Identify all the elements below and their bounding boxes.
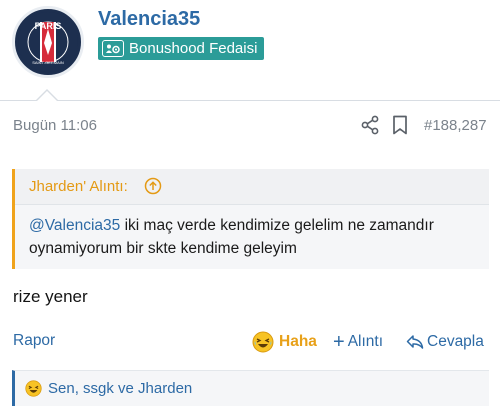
user-title-label: Bonushood Fedaisi — [129, 40, 258, 57]
laughing-emoji-icon — [25, 380, 42, 397]
reply-button-label: Cevapla — [427, 333, 484, 350]
report-link[interactable]: Rapor — [13, 332, 55, 350]
plus-icon: + — [333, 331, 345, 353]
quote-mention[interactable]: @Valencia35 — [29, 217, 120, 234]
post-actions: Rapor Haha + Alıntı Cevapla — [0, 328, 500, 356]
reactions-list[interactable]: Sen, ssgk ve Jharden — [48, 380, 192, 397]
user-header: PARIS SAINT-GERMAIN Valencia35 Bonushood… — [0, 0, 500, 102]
avatar-text: PARIS — [35, 21, 62, 31]
share-icon[interactable] — [360, 115, 380, 135]
avatar-subtext: SAINT-GERMAIN — [32, 60, 64, 65]
post-date[interactable]: Bugün 11:06 — [13, 117, 97, 134]
haha-reaction-button[interactable]: Haha — [252, 330, 317, 354]
post-meta: Bugün 11:06 #188,287 — [0, 110, 500, 142]
user-title-badge: Bonushood Fedaisi — [98, 37, 265, 60]
quote-header: Jharden' Alıntı: — [15, 169, 489, 205]
reply-arrow-icon — [406, 335, 424, 349]
bookmark-icon[interactable] — [392, 115, 408, 135]
quote-button-label: Alıntı — [347, 333, 384, 350]
laughing-emoji-icon — [252, 331, 274, 353]
header-divider — [0, 100, 500, 101]
reactions-bar: Sen, ssgk ve Jharden — [12, 370, 489, 406]
reply-button[interactable]: Cevapla — [406, 330, 484, 354]
psg-crest-icon: PARIS SAINT-GERMAIN — [18, 12, 78, 72]
username[interactable]: Valencia35 — [98, 8, 200, 31]
quote-body: @Valencia35 iki maç verde kendimize gele… — [29, 214, 479, 260]
arrow-up-circle-icon[interactable] — [144, 177, 162, 195]
quote-block: Jharden' Alıntı: @Valencia35 iki maç ver… — [12, 169, 489, 269]
haha-label: Haha — [279, 333, 317, 350]
message-body: rize yener — [13, 287, 88, 306]
post-number[interactable]: #188,287 — [424, 117, 487, 134]
quote-author[interactable]: Jharden' Alıntı: — [29, 178, 128, 195]
users-gear-icon — [102, 40, 124, 57]
avatar[interactable]: PARIS SAINT-GERMAIN — [12, 6, 84, 78]
quote-button[interactable]: + Alıntı — [333, 330, 383, 354]
